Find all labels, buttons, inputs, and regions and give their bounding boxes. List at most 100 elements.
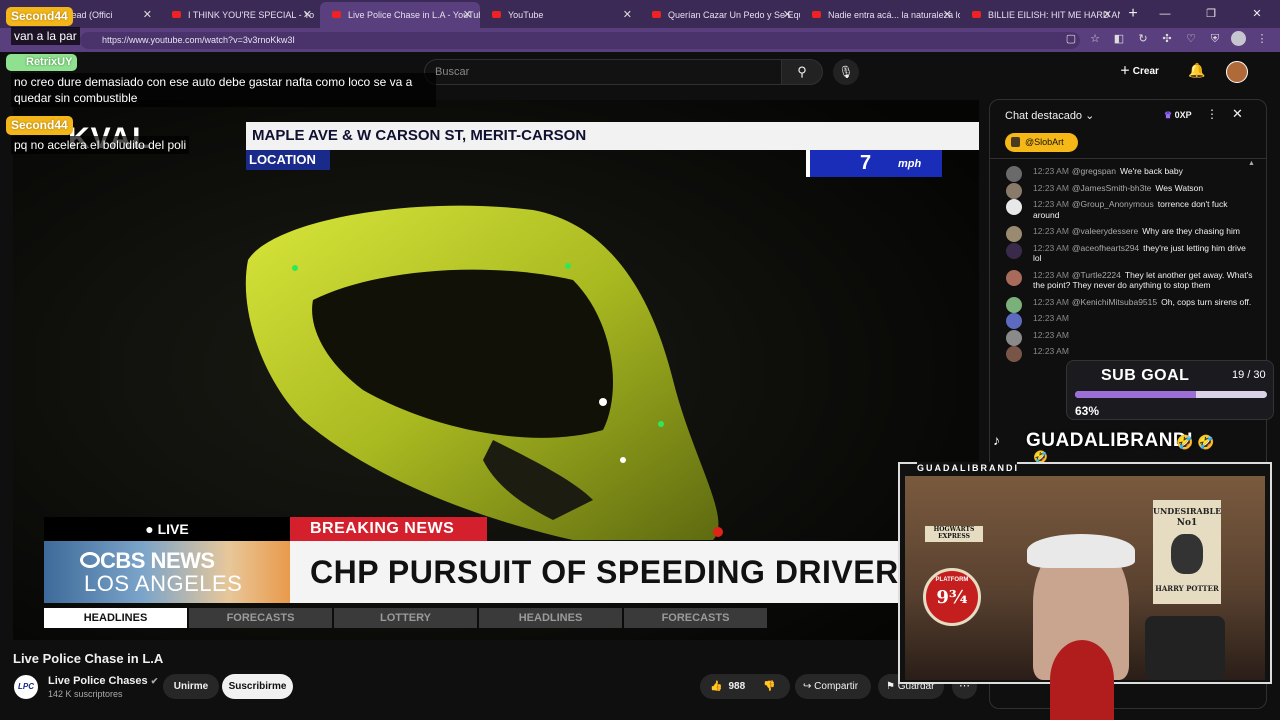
menu-icon[interactable]: ⋮ [1254,31,1270,48]
share-button[interactable]: ↪ Compartir [795,674,871,699]
xp-badge[interactable]: ♛ 0XP [1164,110,1192,121]
url-field[interactable]: https://www.youtube.com/watch?v=3v3rnoKk… [80,32,1080,49]
platform-label: PLATFORM [935,577,969,583]
subscribe-button[interactable]: Suscribirme [222,674,293,699]
msg-time: 12:23 AM [1033,242,1069,253]
ticker-item: FORECASTS [624,608,767,628]
user-avatar[interactable] [1006,329,1022,346]
msg-time: 12:23 AM [1033,329,1069,340]
user-avatar[interactable] [1006,346,1022,362]
browser-tab[interactable]: Querían Cazar Un Pedo y Se Equiv ✕ [640,2,800,28]
ticker-item: LOTTERY [334,608,477,628]
restore-icon[interactable]: ❐ [1188,0,1234,28]
chat-mode-dropdown[interactable]: Chat destacado ⌄ [1005,109,1094,122]
thumbs-down-icon[interactable]: 👎 [763,681,775,692]
msg-user[interactable]: @aceofhearts294 [1072,243,1139,253]
youtube-icon [172,11,181,18]
close-tab-icon[interactable]: ✕ [783,8,792,21]
msg-user[interactable]: @Group_Anonymous [1072,199,1154,209]
user-avatar[interactable] [1006,226,1022,242]
shield-icon[interactable]: ⛨ [1207,31,1223,48]
browser-tab-active[interactable]: Live Police Chase in L.A - YouTube ✕ [320,2,480,28]
heart-icon[interactable]: ♡ [1183,31,1199,48]
msg-user[interactable]: @JamesSmith-bh3te [1072,183,1152,193]
msg-text: We're back baby [1120,166,1183,176]
user-avatar[interactable] [1006,199,1022,215]
close-tab-icon[interactable]: ✕ [623,8,632,21]
close-tab-icon[interactable]: ✕ [463,8,472,21]
refresh-icon[interactable]: ↻ [1135,31,1151,48]
search-input[interactable]: Buscar [424,59,782,85]
user-avatar[interactable] [1006,296,1022,313]
close-tab-icon[interactable]: ✕ [303,8,312,21]
microphone [1145,616,1225,680]
tab-title: Querían Cazar Un Pedo y Se Equiv [668,10,800,20]
wanted-poster: UNDESIRABLE No1 HARRY POTTER [1153,500,1221,604]
bookmark-icon: ⚑ [886,681,898,692]
msg-user[interactable]: @valeerydessere [1072,226,1138,236]
network-logo: CBS NEWS LOS ANGELES [44,541,290,603]
breaking-news-label: BREAKING NEWS [290,517,487,541]
minimize-icon[interactable]: — [1142,0,1188,28]
user-avatar[interactable] [1006,166,1022,182]
webcam-label: GUADALIBRANDI [917,462,1019,474]
overlay-chat-text: no creo dure demasiado con ese auto debe… [11,73,436,107]
close-tab-icon[interactable]: ✕ [943,8,952,21]
overlay-chat-text: pq no acelera el boludito del poli [11,136,190,154]
speed-readout: 7 mph [806,150,942,177]
msg-time: 12:23 AM [1033,226,1069,236]
youtube-icon [332,11,341,18]
chat-message: 12:23 AM @valeerydessere Why are they chas… [990,226,1266,242]
sidebar-icon[interactable]: ◧ [1111,31,1127,48]
bookmark-star-icon[interactable]: ☆ [1087,31,1103,48]
poster-portrait [1171,534,1203,574]
msg-user[interactable]: @Turtle2224 [1072,270,1121,280]
notifications-bell-icon[interactable]: 🔔 [1188,62,1205,79]
close-chat-icon[interactable]: ✕ [1232,106,1243,122]
streamer-name: GUADALIBRANDI [1026,430,1193,451]
user-avatar[interactable] [1006,242,1022,259]
browser-tab[interactable]: I THINK YOU'RE SPECIAL - Yo ✕ [160,2,320,28]
xp-value: 0XP [1174,110,1192,120]
chat-message: 12:23 AM @Turtle2224 They let another get … [990,269,1266,291]
browser-tab[interactable]: BILLIE EILISH: HIT ME HARD AND ✕ [960,2,1120,28]
channel-name[interactable]: Live Police Chases ✔ [48,675,158,687]
hogwarts-sign: HOGWARTS EXPRESS [925,526,983,542]
like-button[interactable]: 👍 988 👎 [700,674,790,699]
platform-number: 9¾ [936,587,968,608]
profile-avatar[interactable] [1231,31,1246,46]
browser-tab[interactable]: Nadie entra acá... la naturaleza lo ✕ [800,2,960,28]
location-tag: LOCATION [246,150,330,170]
search-button[interactable]: ⚲ [781,59,823,85]
close-window-icon[interactable]: ✕ [1234,0,1280,28]
youtube-icon [492,11,501,18]
close-tab-icon[interactable]: ✕ [143,8,152,21]
headline: CHP PURSUIT OF SPEEDING DRIVER [290,541,900,603]
close-tab-icon[interactable]: ✕ [1103,8,1112,21]
like-count: 988 [728,681,746,692]
user-avatar[interactable] [1006,313,1022,329]
browser-tab[interactable]: YouTube ✕ [480,2,640,28]
vtuber-avatar [1050,640,1114,720]
channel-avatar[interactable]: LPC [14,675,38,699]
msg-time: 12:23 AM [1033,269,1069,280]
join-button[interactable]: Unirme [163,674,219,699]
chat-menu-icon[interactable]: ⋮ [1206,107,1218,121]
plus-icon: ＋ [1120,66,1133,77]
voice-search-icon[interactable]: 🎙 [833,59,859,85]
pinned-user-chip[interactable]: @SlobArt [1005,133,1078,152]
msg-user[interactable]: @KenichiMitsuba9515 [1072,297,1157,307]
news-ticker: HEADLINES FORECASTS LOTTERY HEADLINES FO… [44,608,767,628]
msg-user[interactable]: @gregspan [1072,166,1116,176]
video-player[interactable]: KVAL MAPLE AVE & W CARSON ST, MERIT-CARS… [13,100,979,640]
extension-icon[interactable]: ▢ [1063,31,1079,48]
create-button[interactable]: ＋ Crear [1120,62,1159,77]
overlay-chat-user: RetrixUY [6,54,78,71]
puzzle-icon[interactable]: ✣ [1159,31,1175,48]
chat-message: 12:23 AM @JamesSmith-bh3te Wes Watson [990,182,1266,199]
user-avatar[interactable] [1006,182,1022,199]
user-avatar[interactable] [1006,269,1022,286]
msg-time: 12:23 AM [1033,313,1069,323]
account-avatar[interactable] [1226,61,1248,83]
tab-title: Nadie entra acá... la naturaleza lo [828,10,960,20]
